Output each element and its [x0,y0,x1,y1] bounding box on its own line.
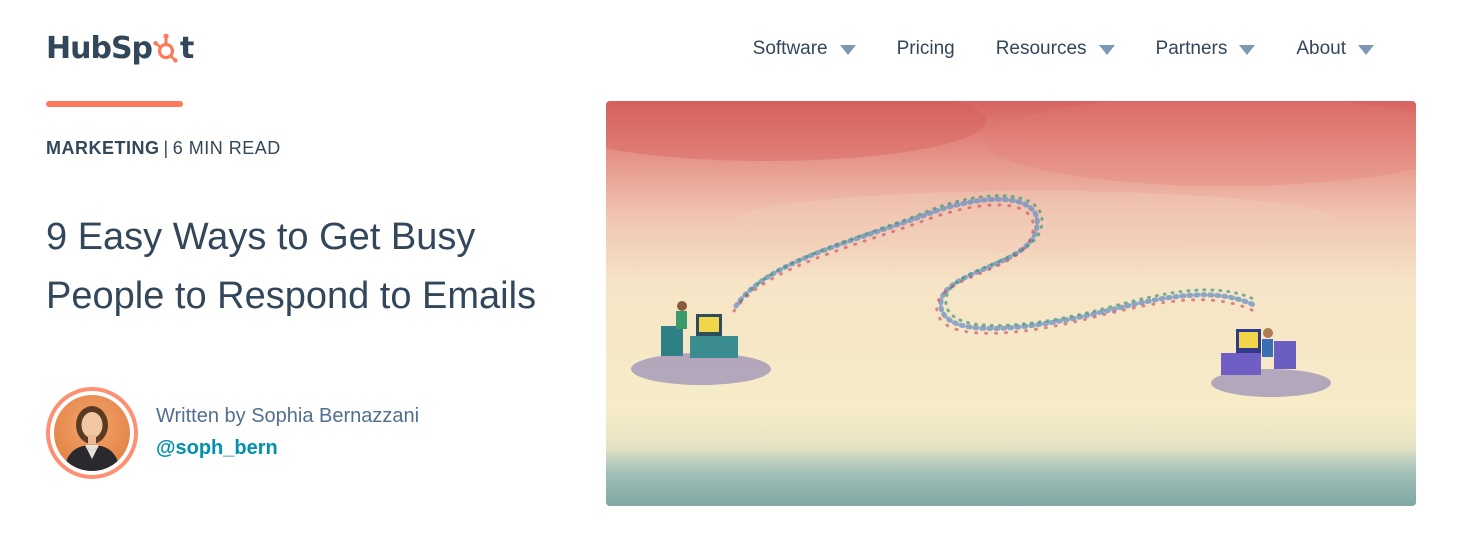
nav-item-label: Partners [1155,38,1228,59]
logo-text-suffix: t [180,30,194,66]
nav-item-partners[interactable]: Partners [1156,38,1256,60]
article-meta: MARKETING | 6 MIN READ [46,138,281,159]
sprocket-icon [153,33,178,63]
hero-image [606,101,1416,506]
logo-text-prefix: HubSp [46,30,153,66]
nav-item-software[interactable]: Software [753,38,856,60]
hubspot-logo[interactable]: HubSp t [46,28,194,68]
caret-down-icon [839,45,856,55]
nav-item-label: Resources [995,38,1087,59]
topic-link[interactable]: MARKETING [46,138,160,158]
author-portrait [54,395,130,471]
avatar[interactable] [46,387,138,479]
author-handle-link[interactable]: @soph_bern [156,437,278,459]
nav-item-about[interactable]: About [1296,38,1374,60]
nav-item-pricing[interactable]: Pricing [897,38,955,60]
accent-bar [46,101,183,107]
nav-item-resources[interactable]: Resources [996,38,1115,60]
article-title: 9 Easy Ways to Get Busy People to Respon… [46,216,537,317]
author-text: Written by Sophia Bernazzani @soph_bern [156,401,419,465]
author-byline: Written by Sophia Bernazzani [156,405,420,427]
caret-down-icon [1358,45,1374,55]
caret-down-icon [1098,45,1115,55]
author-block: Written by Sophia Bernazzani @soph_bern [46,387,419,479]
main-nav: Software Pricing Resources Partners Abou… [753,32,1374,66]
read-time: 6 MIN READ [172,138,281,158]
nav-item-label: About [1296,38,1346,59]
meta-separator: | [163,138,169,158]
nav-item-label: Pricing [896,38,955,59]
avatar-photo [54,395,130,471]
caret-down-icon [1239,45,1256,55]
nav-item-label: Software [752,38,828,59]
hero-illustration [606,101,1416,506]
